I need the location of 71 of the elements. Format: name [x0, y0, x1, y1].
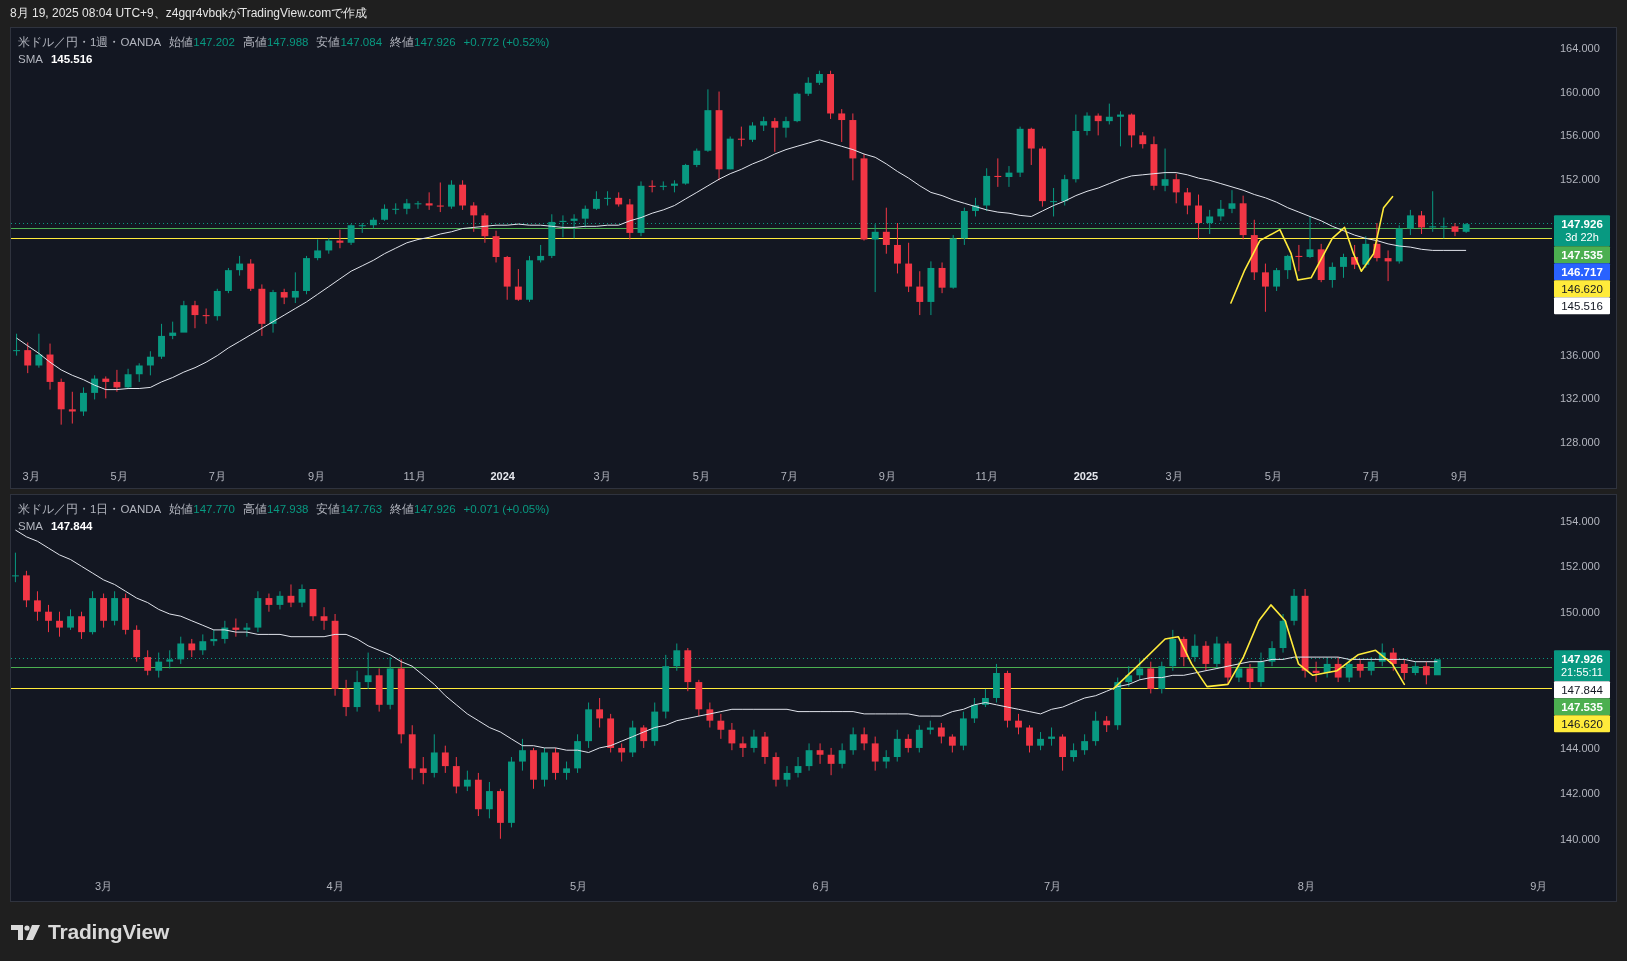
price-axis-label: 164.000	[1560, 41, 1600, 54]
price-axis-label: 150.000	[1560, 605, 1600, 618]
price-axis-label: 152.000	[1560, 560, 1600, 573]
date-axis-label: 7月	[780, 470, 798, 482]
caption-text: 8月 19, 2025 08:04 UTC+9、z4gqr4vbqkがTradingView.comで作成	[10, 6, 368, 20]
ohlc-value: 147.926	[414, 502, 456, 517]
ohlc-value: 147.763	[340, 502, 383, 517]
price-axis-label: 156.000	[1560, 129, 1600, 142]
change-value: +0.772 (+0.52%)	[463, 35, 550, 50]
ohlc-value: 147.202	[193, 35, 235, 50]
date-axis-label: 2025	[1073, 470, 1099, 482]
ohlc-label: 高値	[242, 35, 267, 50]
price-axis-label: 152.000	[1560, 173, 1600, 186]
ohlc-label: 安値	[316, 502, 341, 517]
date-axis-label: 6月	[812, 880, 830, 892]
change-value: +0.071 (+0.05%)	[463, 502, 550, 517]
indicator-value: 147.844	[50, 519, 93, 534]
brand-name: TradingView	[48, 919, 170, 946]
price-tag: 146.717	[1554, 263, 1610, 281]
indicator-name: SMA	[18, 52, 43, 67]
price-axis-label: 144.000	[1560, 741, 1600, 754]
date-axis-label: 9月	[1450, 470, 1468, 482]
ohlc-label: 終値	[390, 502, 415, 517]
ohlc-label: 始値	[169, 35, 194, 50]
date-axis-label: 5月	[1264, 470, 1282, 482]
date-axis-label: 5月	[692, 470, 710, 482]
date-axis-label: 7月	[1362, 470, 1380, 482]
price-axis-label: 136.000	[1560, 348, 1600, 361]
price-axis-label: 154.000	[1560, 514, 1600, 527]
date-axis-label: 9月	[307, 470, 326, 482]
ohlc-value: 147.770	[193, 502, 235, 517]
ohlc-label: 始値	[169, 502, 194, 517]
symbol-title: 米ドル／円・1日・OANDA	[18, 502, 162, 517]
price-tag: 147.926 3d 22h	[1554, 215, 1610, 247]
symbol-title: 米ドル／円・1週・OANDA	[18, 35, 162, 50]
price-axis-label: 140.000	[1560, 832, 1600, 845]
price-tag: 147.844	[1554, 681, 1610, 699]
price-axis-label: 128.000	[1560, 436, 1600, 449]
indicator-value: 145.516	[50, 52, 93, 67]
ohlc-label: 高値	[242, 502, 267, 517]
date-axis-label: 7月	[208, 470, 226, 482]
ohlc-label: 安値	[316, 35, 341, 50]
date-axis-label: 9月	[1530, 880, 1548, 892]
date-axis-label: 3月	[95, 880, 113, 892]
date-axis-label: 3月	[22, 470, 40, 482]
date-axis-label: 3月	[1165, 470, 1183, 482]
price-tag: 145.516	[1554, 297, 1610, 315]
ohlc-value: 147.084	[340, 35, 383, 50]
price-axis-label: 132.000	[1560, 392, 1600, 405]
ohlc-value: 147.938	[266, 502, 309, 517]
date-axis-label: 8月	[1297, 880, 1315, 892]
price-tag: 146.620	[1554, 715, 1610, 733]
price-axis-label: 160.000	[1560, 85, 1600, 98]
price-tag: 147.926 21:55:11	[1554, 650, 1610, 682]
price-axis-label: 142.000	[1560, 787, 1600, 800]
date-axis-label: 5月	[110, 470, 128, 482]
ohlc-label: 終値	[390, 35, 415, 50]
date-axis-label: 3月	[593, 470, 611, 482]
date-axis-label: 11月	[975, 470, 998, 482]
date-axis-label: 11月	[403, 470, 426, 482]
ohlc-value: 147.988	[266, 35, 309, 50]
price-tag: 147.535	[1554, 246, 1610, 264]
date-axis-label: 5月	[570, 880, 588, 892]
date-axis-label: 9月	[878, 470, 896, 482]
ohlc-value: 147.926	[414, 35, 456, 50]
indicator-name: SMA	[18, 519, 43, 534]
date-axis-label: 2024	[490, 470, 515, 482]
date-axis-label: 4月	[326, 880, 344, 892]
price-tag: 146.620	[1554, 280, 1610, 298]
date-axis-label: 7月	[1044, 880, 1062, 892]
price-tag: 147.535	[1554, 698, 1610, 716]
